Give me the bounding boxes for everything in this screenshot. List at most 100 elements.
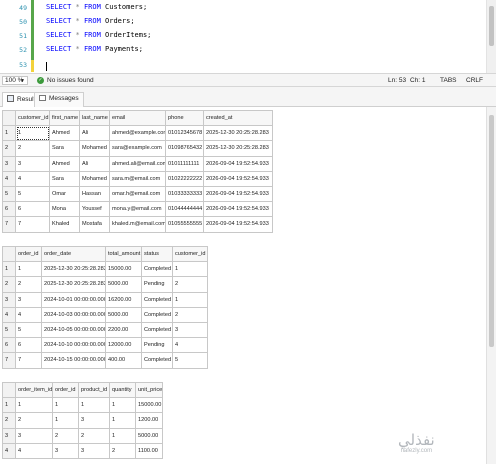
table-row[interactable]: 2 2 2025-12-30 20:25:28.283 5000.00 Pending 2 bbox=[2, 276, 208, 293]
column-header[interactable]: total_amount bbox=[105, 245, 142, 263]
row-number[interactable]: 3 bbox=[2, 427, 16, 444]
grid-cell[interactable]: 4 bbox=[15, 170, 50, 187]
grid-cell[interactable]: 15000.00 bbox=[135, 397, 163, 414]
column-header[interactable]: order_item_id bbox=[15, 381, 53, 399]
scrollbar-thumb[interactable] bbox=[489, 115, 494, 347]
column-header[interactable]: product_id bbox=[78, 381, 110, 399]
grid-cell[interactable]: 01044444444 bbox=[165, 201, 204, 218]
grid-cell[interactable]: khaled.m@email.com bbox=[109, 216, 166, 233]
grid-cell[interactable]: Youssef bbox=[79, 201, 110, 218]
grid-cell[interactable]: 3 bbox=[15, 427, 53, 444]
table-row[interactable]: 4 4 3 3 2 1100.00 bbox=[2, 442, 163, 459]
grid-cell[interactable]: 7 bbox=[15, 352, 42, 369]
grid-cell[interactable]: 2 bbox=[109, 442, 136, 459]
grid-cell[interactable]: 01098765432 bbox=[165, 140, 204, 157]
grid-cell[interactable]: 1 bbox=[172, 291, 208, 308]
column-header[interactable]: unit_price bbox=[135, 381, 163, 399]
row-number[interactable]: 4 bbox=[2, 170, 16, 187]
row-number[interactable]: 6 bbox=[2, 201, 16, 218]
grid-cell[interactable]: 5000.00 bbox=[105, 276, 142, 293]
grid-cell[interactable]: 3 bbox=[15, 291, 42, 308]
grid-cell[interactable]: 1 bbox=[109, 397, 136, 414]
table-row[interactable]: 4 4 Sara Mohamed sara.m@email.com 01022222222… bbox=[2, 170, 273, 187]
row-number[interactable]: 3 bbox=[2, 291, 16, 308]
grid-cell[interactable]: 3 bbox=[78, 412, 110, 429]
tabs-indicator[interactable]: TABS bbox=[440, 77, 457, 84]
column-header[interactable]: phone bbox=[165, 109, 204, 127]
grid-cell[interactable]: 01033333333 bbox=[165, 185, 204, 203]
table-row[interactable]: 3 3 2024-10-01 00:00:00.000 16200.00 Complet… bbox=[2, 291, 208, 308]
row-number[interactable]: 1 bbox=[2, 397, 16, 414]
grid-cell[interactable]: Ahmed bbox=[49, 125, 80, 142]
grid-cell[interactable]: Ahmed bbox=[49, 155, 80, 172]
table-row[interactable]: 1 1 1 1 1 15000.00 bbox=[2, 397, 163, 414]
column-header[interactable]: status bbox=[141, 245, 173, 263]
row-number[interactable]: 5 bbox=[2, 321, 16, 339]
row-number[interactable]: 4 bbox=[2, 442, 16, 459]
grid-cell[interactable]: 4 bbox=[15, 442, 53, 459]
grid-cell[interactable]: 3 bbox=[172, 321, 208, 339]
grid-cell[interactable]: 2025-12-30 20:25:28.283 bbox=[203, 140, 273, 157]
grid-cell[interactable]: 2025-12-30 20:25:28.283 bbox=[41, 261, 106, 278]
grid-cell[interactable]: 1 bbox=[52, 397, 79, 414]
grid-cell[interactable]: 3 bbox=[52, 442, 79, 459]
grid-cell[interactable]: sara.m@email.com bbox=[109, 170, 166, 187]
grid-cell[interactable]: 1 bbox=[109, 412, 136, 429]
column-header[interactable]: customer_id bbox=[15, 109, 50, 127]
grid-cell[interactable]: Sara bbox=[49, 170, 80, 187]
grid-cell[interactable]: 1 bbox=[15, 125, 50, 142]
grid-cell[interactable]: 2026-09-04 19:52:54.933 bbox=[203, 185, 273, 203]
grid-cell[interactable]: 2026-09-04 19:52:54.933 bbox=[203, 170, 273, 187]
grid-cell[interactable]: Completed bbox=[141, 321, 173, 339]
row-number[interactable]: 5 bbox=[2, 185, 16, 203]
grid-cell[interactable]: Completed bbox=[141, 352, 173, 369]
row-number[interactable]: 2 bbox=[2, 276, 16, 293]
grid-corner[interactable] bbox=[2, 245, 16, 263]
column-header[interactable]: customer_id bbox=[172, 245, 208, 263]
grid-corner[interactable] bbox=[2, 109, 16, 127]
table-row[interactable]: 3 3 Ahmed Ali ahmed.ali@email.com 01011111111… bbox=[2, 155, 273, 172]
grid-cell[interactable]: Khaled bbox=[49, 216, 80, 233]
grid-cell[interactable]: 5000.00 bbox=[135, 427, 163, 444]
grid-cell[interactable]: Hassan bbox=[79, 185, 110, 203]
grid-cell[interactable]: 5000.00 bbox=[105, 306, 142, 323]
grid-cell[interactable]: 3 bbox=[15, 155, 50, 172]
grid-cell[interactable]: Completed bbox=[141, 306, 173, 323]
grid-cell[interactable]: 1 bbox=[52, 412, 79, 429]
row-number[interactable]: 1 bbox=[2, 125, 16, 142]
table-row[interactable]: 6 6 Mona Youssef mona.y@email.com 01044444444… bbox=[2, 201, 273, 218]
grid-cell[interactable]: 2024-10-15 00:00:00.000 bbox=[41, 352, 106, 369]
grid-cell[interactable]: 2025-12-30 20:25:28.283 bbox=[41, 276, 106, 293]
grid-cell[interactable]: 01022222222 bbox=[165, 170, 204, 187]
table-row[interactable]: 1 1 2025-12-30 20:25:28.283 15000.00 Complet… bbox=[2, 261, 208, 278]
grid-cell[interactable]: 2200.00 bbox=[105, 321, 142, 339]
grid-cell[interactable]: 5 bbox=[172, 352, 208, 369]
row-number[interactable]: 3 bbox=[2, 155, 16, 172]
grid-cell[interactable]: 400.00 bbox=[105, 352, 142, 369]
grid-cell[interactable]: 2024-10-01 00:00:00.000 bbox=[41, 291, 106, 308]
grid-cell[interactable]: 15000.00 bbox=[105, 261, 142, 278]
table-row[interactable]: 7 7 Khaled Mostafa khaled.m@email.com 0105555… bbox=[2, 216, 273, 233]
row-number[interactable]: 7 bbox=[2, 216, 16, 233]
grid-cell[interactable]: 4 bbox=[15, 306, 42, 323]
grid-cell[interactable]: mona.y@email.com bbox=[109, 201, 166, 218]
grid-cell[interactable]: 2 bbox=[78, 427, 110, 444]
grid-cell[interactable]: Omar bbox=[49, 185, 80, 203]
grid-cell[interactable]: 4 bbox=[172, 337, 208, 354]
grid-cell[interactable]: 5 bbox=[15, 321, 42, 339]
grid-cell[interactable]: Ali bbox=[79, 155, 110, 172]
grid-cell[interactable]: 2 bbox=[172, 276, 208, 293]
grid-cell[interactable]: Mohamed bbox=[79, 140, 110, 157]
row-number[interactable]: 2 bbox=[2, 412, 16, 429]
grid-cell[interactable]: 1 bbox=[78, 397, 110, 414]
grid-cell[interactable]: 1 bbox=[15, 397, 53, 414]
grid-cell[interactable]: Ali bbox=[79, 125, 110, 142]
row-number[interactable]: 6 bbox=[2, 337, 16, 354]
results-scrollbar[interactable] bbox=[486, 107, 496, 464]
zoom-select[interactable]: 100 % ▼ bbox=[2, 76, 28, 85]
grid-cell[interactable]: Pending bbox=[141, 276, 173, 293]
column-header[interactable]: order_date bbox=[41, 245, 106, 263]
table-row[interactable]: 5 5 Omar Hassan omar.h@email.com 01033333333 2… bbox=[2, 185, 273, 203]
grid-cell[interactable]: 2 bbox=[15, 412, 53, 429]
grid-cell[interactable]: Completed bbox=[141, 291, 173, 308]
